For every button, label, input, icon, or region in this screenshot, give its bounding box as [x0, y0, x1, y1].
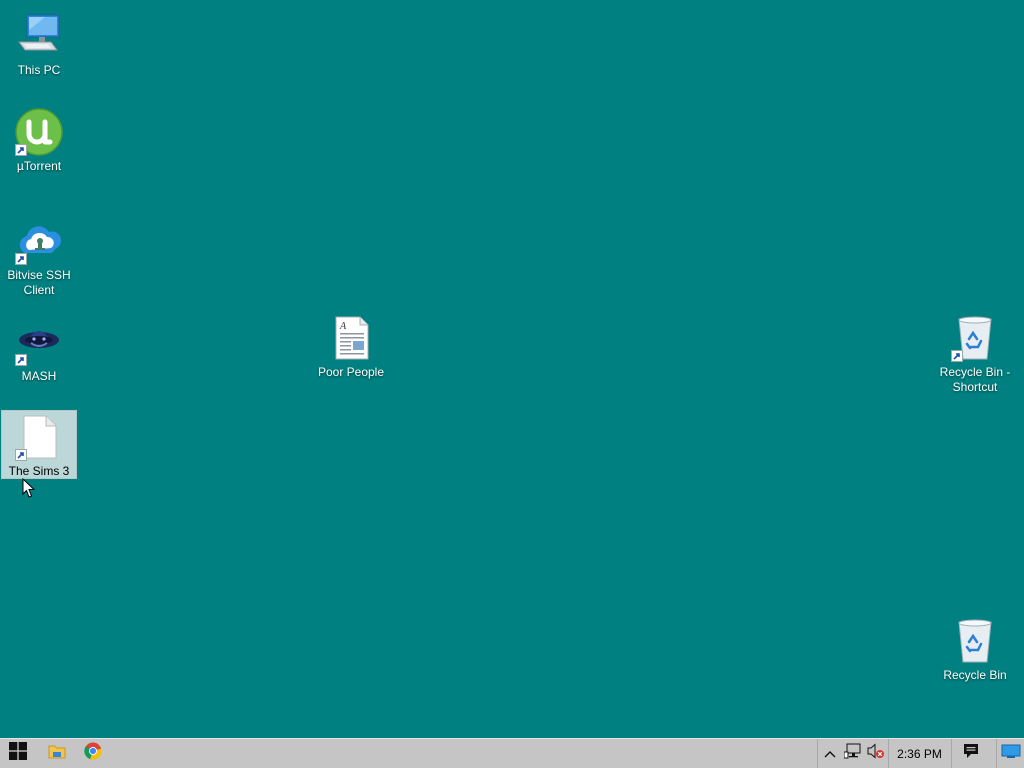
desktop-icon-utorrent[interactable]: µTorrent — [1, 106, 77, 174]
show-desktop-icon — [1001, 743, 1021, 764]
network-button[interactable] — [842, 739, 864, 768]
desktop-icon-the-sims-3[interactable]: The Sims 3 — [1, 410, 77, 479]
desktop-icon-mash[interactable]: MASH — [1, 316, 77, 384]
recycle-bin-icon — [951, 617, 999, 665]
folder-icon — [48, 743, 66, 764]
action-center-icon — [963, 743, 979, 764]
desktop-icon-label: Bitvise SSH Client — [7, 268, 71, 297]
desktop-icon-recycle-bin[interactable]: Recycle Bin — [937, 615, 1013, 683]
shortcut-arrow-icon — [15, 354, 27, 366]
desktop-icon-label: MASH — [21, 369, 57, 383]
bitvise-ssh-icon — [15, 217, 63, 265]
volume-muted-icon — [867, 743, 885, 764]
mouse-cursor-icon — [22, 477, 36, 504]
clock-time: 2:36 PM — [897, 746, 942, 761]
this-pc-icon — [15, 12, 63, 60]
desktop-icon-label: The Sims 3 — [8, 464, 70, 478]
desktop-icon-label: Poor People — [317, 365, 385, 379]
desktop-icon-label: This PC — [17, 63, 61, 77]
show-hidden-icons-button[interactable] — [817, 739, 841, 768]
windows-logo-icon — [9, 742, 27, 765]
start-button[interactable] — [0, 739, 36, 768]
document-icon: A — [327, 314, 375, 362]
desktop-icon-label: µTorrent — [16, 159, 62, 173]
taskbar-chrome[interactable] — [76, 739, 110, 768]
utorrent-icon — [15, 108, 63, 156]
shortcut-arrow-icon — [15, 144, 27, 156]
mash-icon — [15, 318, 63, 366]
recycle-bin-icon — [951, 314, 999, 362]
desktop-icon-poor-people[interactable]: A Poor People — [313, 312, 389, 380]
taskbar: 2:36 PM — [0, 738, 1024, 768]
volume-button[interactable] — [865, 739, 887, 768]
desktop-icon-label: Recycle Bin - Shortcut — [939, 365, 1011, 394]
shortcut-arrow-icon — [951, 350, 963, 362]
svg-text:A: A — [339, 321, 347, 332]
clock-button[interactable]: 2:36 PM — [888, 739, 950, 768]
desktop-icon-label: Recycle Bin — [943, 668, 1007, 682]
chrome-icon — [84, 742, 102, 765]
network-icon — [843, 743, 862, 764]
chevron-up-icon — [824, 745, 836, 763]
action-center-button[interactable] — [951, 739, 989, 768]
blank-file-icon — [15, 413, 63, 461]
desktop-icon-bitvise-ssh-client[interactable]: Bitvise SSH Client — [1, 215, 77, 298]
desktop-icon-recycle-bin-shortcut[interactable]: Recycle Bin - Shortcut — [937, 312, 1013, 395]
show-desktop-button[interactable] — [996, 739, 1024, 768]
shortcut-arrow-icon — [15, 253, 27, 265]
taskbar-file-explorer[interactable] — [40, 739, 74, 768]
desktop[interactable]: This PC µTorrent Bitvise SSH Client MASH… — [0, 0, 1024, 738]
desktop-icon-this-pc[interactable]: This PC — [1, 10, 77, 78]
shortcut-arrow-icon — [15, 449, 27, 461]
